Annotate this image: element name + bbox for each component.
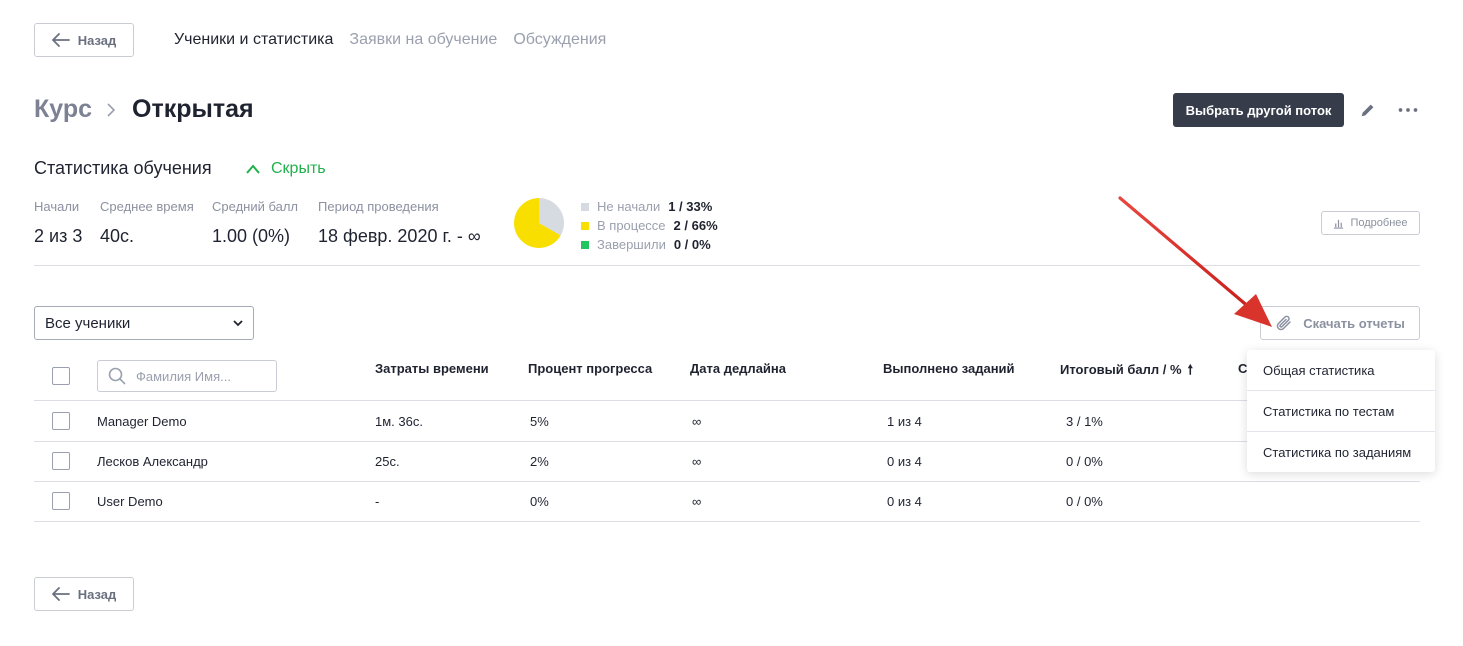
student-name[interactable]: Manager Demo [97,414,187,429]
stat-period: Период проведения 18 февр. 2020 г. - ∞ [318,199,481,247]
column-header-time[interactable]: Затраты времени [375,361,489,376]
legend-swatch [581,221,589,230]
table-row-divider [34,521,1420,522]
legend-name: В процессе [597,218,666,233]
legend-swatch [581,202,589,211]
chevron-down-icon [233,320,243,327]
select-value: Все ученики [45,314,131,332]
row-checkbox[interactable] [52,412,70,430]
cell-score: 0 / 0% [1066,454,1103,469]
section-divider [34,265,1420,266]
legend-item: Не начали 1 / 33% [581,197,718,216]
students-filter-select[interactable]: Все ученики [34,306,254,340]
column-header-deadline[interactable]: Дата дедлайна [690,361,786,376]
breadcrumb-course[interactable]: Курс [34,95,92,124]
cell-deadline: ∞ [692,454,702,469]
arrow-left-icon [51,587,70,601]
tab-training-requests[interactable]: Заявки на обучение [349,31,497,49]
pie-legend: Не начали 1 / 33% В процессе 2 / 66% Зав… [581,197,718,254]
cell-deadline: ∞ [692,494,702,509]
details-label: Подробнее [1350,217,1408,229]
column-header-tasks-done[interactable]: Выполнено заданий [883,361,1015,376]
student-name[interactable]: Лесков Александр [97,454,208,469]
cell-time: - [375,494,380,509]
cell-progress: 2% [530,454,549,469]
tab-discussions[interactable]: Обсуждения [513,31,606,49]
download-label: Скачать отчеты [1303,315,1405,331]
more-horizontal-icon[interactable] [1396,99,1420,121]
stat-started: Начали 2 из 3 [34,199,82,247]
collapse-label: Скрыть [271,160,326,177]
stat-label: Средний балл [212,199,299,214]
cell-score: 3 / 1% [1066,414,1103,429]
pencil-icon[interactable] [1357,99,1379,121]
menu-item-test-stats[interactable]: Статистика по тестам [1247,391,1435,432]
back-button-label: Назад [77,32,117,48]
cell-score: 0 / 0% [1066,494,1103,509]
select-all-checkbox[interactable] [52,367,70,385]
progress-pie-chart [514,198,564,248]
table-row-divider [34,441,1420,442]
tab-students-statistics[interactable]: Ученики и статистика [174,31,333,49]
back-button[interactable]: Назад [34,23,134,57]
stat-average-score: Средний балл 1.00 (0%) [212,199,298,247]
table-row-divider [34,400,1420,401]
legend-name: Не начали [597,199,661,214]
select-stream-button[interactable]: Выбрать другой поток [1173,93,1344,127]
stats-title: Статистика обучения [34,158,212,178]
column-header-final-score[interactable]: Итоговый балл / % 🠕 [1060,361,1193,383]
cell-time: 1м. 36с. [375,414,423,429]
bar-chart-icon [1334,219,1344,229]
arrow-left-icon [51,33,70,47]
stat-value: 2 из 3 [34,226,83,246]
legend-value: 2 / 66% [673,218,718,233]
download-reports-button[interactable]: Скачать отчеты [1260,306,1420,340]
stat-value: 40с. [100,226,135,246]
student-search [97,360,277,392]
stat-value: 1.00 (0%) [212,226,291,246]
cell-time: 25с. [375,454,400,469]
cell-progress: 5% [530,414,549,429]
cell-progress: 0% [530,494,549,509]
stat-label: Среднее время [100,199,194,214]
legend-item: Завершили 0 / 0% [581,235,718,254]
legend-name: Завершили [597,237,666,252]
legend-swatch [581,240,589,249]
collapse-stats-link[interactable]: Скрыть [245,160,326,178]
details-button[interactable]: Подробнее [1321,211,1420,235]
search-icon [108,367,126,385]
chevron-right-icon [107,102,116,117]
chevron-up-icon [246,164,260,174]
stat-label: Начали [34,199,80,214]
paperclip-icon [1276,315,1291,331]
annotation-arrow [1118,196,1272,327]
back-button[interactable]: Назад [34,577,134,611]
download-reports-menu: Общая статистика Статистика по тестам Ст… [1247,350,1435,472]
row-checkbox[interactable] [52,492,70,510]
row-checkbox[interactable] [52,452,70,470]
legend-item: В процессе 2 / 66% [581,216,718,235]
menu-item-general-stats[interactable]: Общая статистика [1247,350,1435,391]
cell-deadline: ∞ [692,414,702,429]
column-header-progress[interactable]: Процент прогресса [528,361,652,376]
student-name[interactable]: User Demo [97,494,163,509]
stat-value: 18 февр. 2020 г. - ∞ [318,226,481,246]
back-button-label: Назад [77,586,117,602]
legend-value: 0 / 0% [673,237,711,252]
menu-item-task-stats[interactable]: Статистика по заданиям [1247,432,1435,473]
cell-tasks-done: 0 из 4 [887,454,922,469]
column-header-label: Итоговый балл / % [1060,362,1182,377]
nav-tabs: Ученики и статистика Заявки на обучение … [174,31,606,49]
page-title: Открытая [132,95,254,123]
stat-average-time: Среднее время 40с. [100,199,194,247]
cell-tasks-done: 1 из 4 [887,414,922,429]
breadcrumb: Курс Открытая [34,95,254,124]
legend-value: 1 / 33% [668,199,713,214]
sort-arrow-up-icon: 🠕 [1187,362,1194,377]
table-row-divider [34,481,1420,482]
search-input[interactable] [136,368,266,384]
cell-tasks-done: 0 из 4 [887,494,922,509]
stat-label: Период проведения [318,199,439,214]
column-header-partial[interactable]: С [1238,361,1247,376]
